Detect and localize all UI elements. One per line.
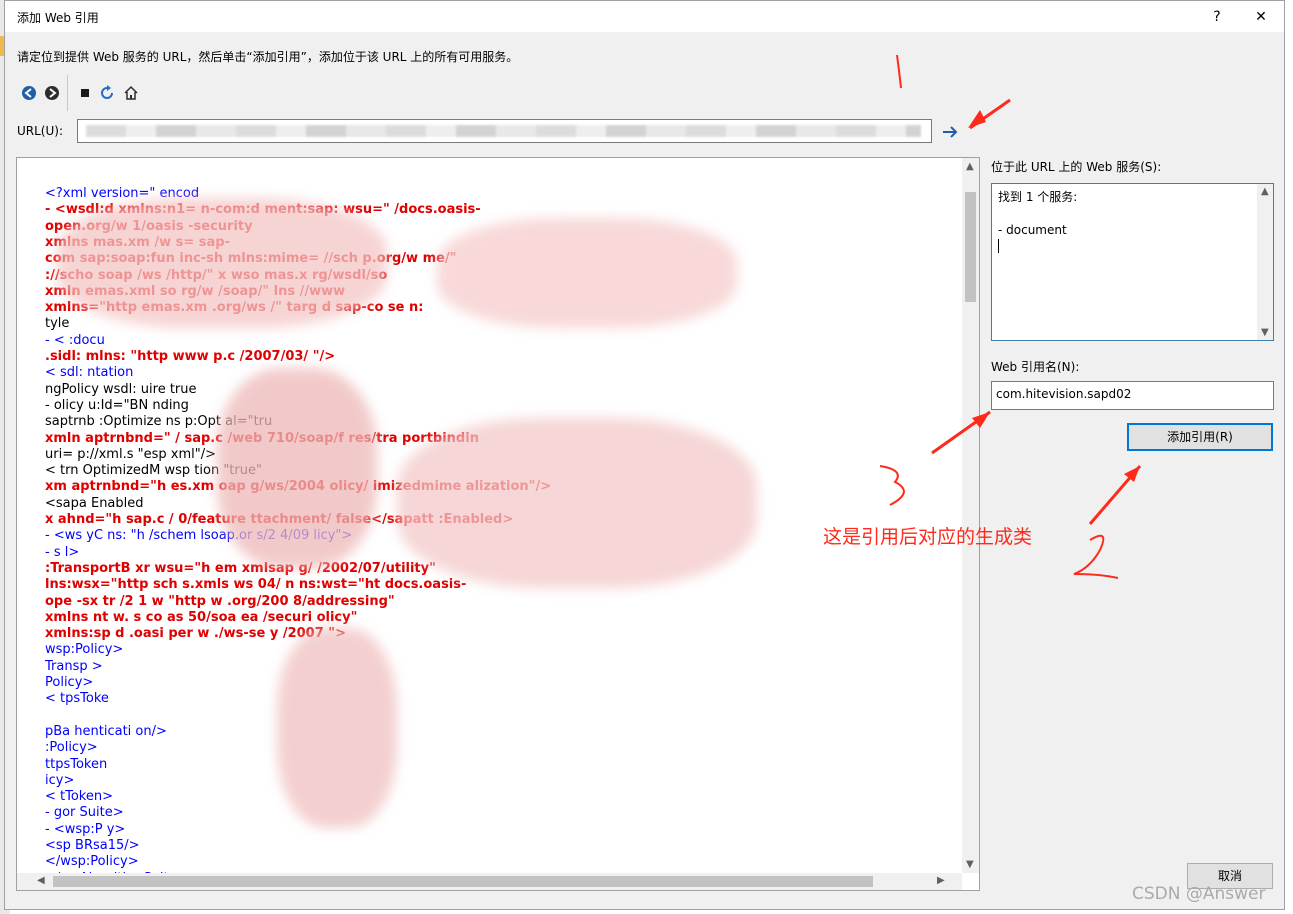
annotation-number-1 [896,54,902,89]
annotation-number-2 [1073,534,1119,579]
annotation-note: 这是引用后对应的生成类 [823,526,1033,548]
annotation-number-3 [879,465,905,506]
watermark: CSDN @Answer [1132,884,1266,904]
annotation-overlay [879,54,1142,579]
